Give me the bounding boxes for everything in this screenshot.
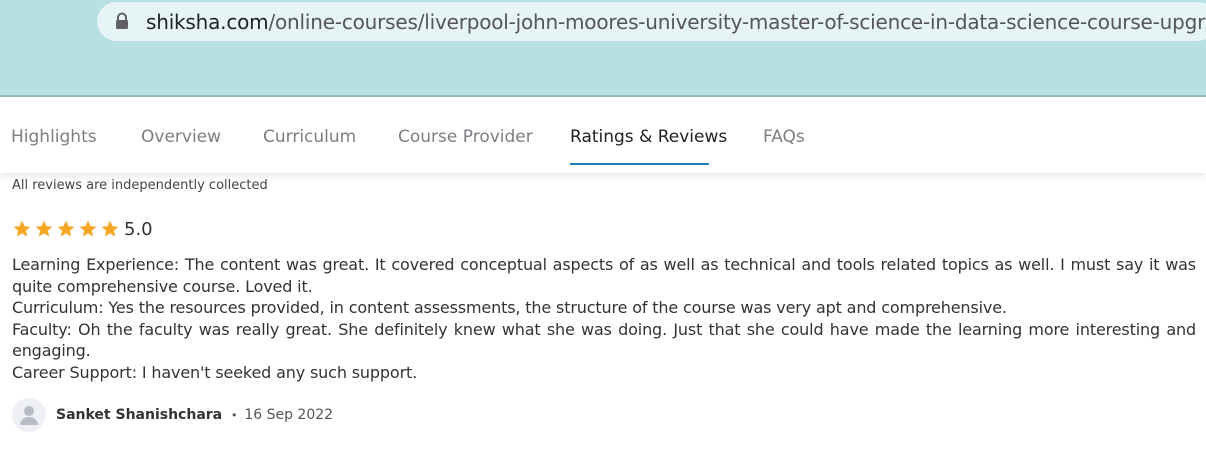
review-paragraph-curriculum: Curriculum: Yes the resources provided, … — [12, 298, 1007, 318]
review-rating: 5.0 — [12, 217, 153, 241]
url-path: /online-courses/liverpool-john-moores-un… — [268, 10, 1206, 34]
review-paragraph-career: Career Support: I haven't seeked any suc… — [12, 362, 418, 382]
active-tab-indicator — [570, 163, 709, 165]
star-icon — [57, 220, 75, 237]
review-author: Sanket Shanishchara • 16 Sep 2022 — [12, 398, 333, 432]
tab-curriculum[interactable]: Curriculum — [263, 127, 356, 147]
review-text: Learning Experience: The content was gre… — [12, 254, 1196, 384]
review-paragraph-learning: Learning Experience: The content was gre… — [12, 255, 1196, 296]
reviews-disclaimer: All reviews are independently collected — [12, 178, 268, 193]
tab-course-provider[interactable]: Course Provider — [398, 127, 533, 147]
author-name: Sanket Shanishchara — [56, 407, 223, 423]
star-icon — [13, 220, 31, 237]
course-tab-nav: Highlights Overview Curriculum Course Pr… — [0, 97, 1206, 173]
url-domain: shiksha.com — [146, 10, 269, 34]
star-icon — [79, 220, 97, 237]
separator-dot: • — [232, 408, 237, 422]
star-icon — [35, 220, 53, 237]
review-paragraph-faculty: Faculty: Oh the faculty was really great… — [12, 319, 1196, 361]
rating-value: 5.0 — [124, 218, 153, 240]
user-icon — [20, 406, 38, 425]
lock-icon[interactable] — [114, 12, 130, 30]
tab-highlights[interactable]: Highlights — [11, 127, 97, 147]
browser-toolbar: shiksha.com/online-courses/liverpool-joh… — [0, 0, 1206, 97]
avatar — [12, 398, 46, 432]
tab-overview[interactable]: Overview — [141, 127, 221, 147]
url-text[interactable]: shiksha.com/online-courses/liverpool-joh… — [146, 10, 1206, 34]
tab-ratings-reviews[interactable]: Ratings & Reviews — [570, 127, 727, 147]
tab-faqs[interactable]: FAQs — [763, 127, 805, 147]
review-date: 16 Sep 2022 — [244, 407, 334, 423]
star-icon — [101, 220, 119, 237]
